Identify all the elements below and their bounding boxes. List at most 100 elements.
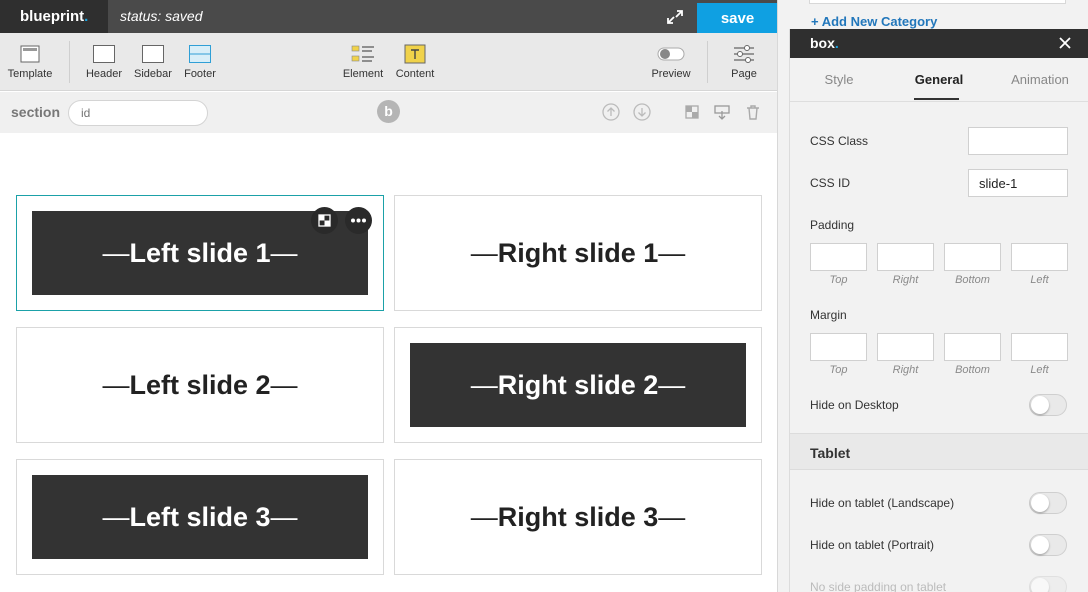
side-caption: Bottom bbox=[955, 274, 990, 286]
hide-tablet-landscape-toggle[interactable] bbox=[1029, 492, 1067, 514]
dark-block: — Right slide 2— bbox=[410, 343, 746, 427]
no-side-padding-toggle[interactable] bbox=[1029, 576, 1067, 592]
side-caption: Left bbox=[1030, 274, 1049, 286]
toolbar-divider bbox=[707, 41, 708, 83]
side-caption: Top bbox=[829, 274, 848, 286]
no-side-padding-label: No side padding on tablet bbox=[810, 580, 947, 592]
padding-left-input[interactable] bbox=[1011, 243, 1068, 271]
template-button[interactable]: Template bbox=[6, 33, 54, 91]
tab-animation[interactable]: Animation bbox=[1002, 72, 1078, 87]
add-category-link[interactable]: + Add New Category bbox=[811, 14, 937, 29]
toolbar-divider bbox=[69, 41, 70, 83]
tablet-heading: Tablet bbox=[810, 445, 851, 461]
delete-section-icon[interactable] bbox=[744, 103, 762, 121]
side-caption: Bottom bbox=[955, 364, 990, 376]
save-section-icon[interactable] bbox=[713, 103, 731, 121]
margin-label: Margin bbox=[810, 308, 847, 322]
padding-right-input[interactable] bbox=[877, 243, 934, 271]
style-element-icon[interactable] bbox=[311, 207, 338, 234]
hide-tablet-landscape-label: Hide on tablet (Landscape) bbox=[810, 496, 955, 510]
move-down-icon[interactable] bbox=[633, 103, 651, 121]
element-button[interactable]: Element bbox=[340, 33, 386, 91]
hide-desktop-label: Hide on Desktop bbox=[810, 398, 899, 412]
footer-button[interactable]: Footer bbox=[180, 33, 220, 91]
dark-block: — Left slide 3— bbox=[32, 475, 368, 559]
slide-heading: — Right slide 3— bbox=[470, 501, 686, 532]
panel-title: box. bbox=[810, 35, 839, 51]
slide-box[interactable]: — Left slide 2— bbox=[16, 327, 384, 443]
tab-style[interactable]: Style bbox=[810, 72, 868, 87]
background-field bbox=[809, 0, 1066, 4]
side-caption: Right bbox=[892, 364, 919, 376]
style-section-icon[interactable] bbox=[683, 103, 701, 121]
logo-dot: . bbox=[84, 8, 89, 25]
save-status: status: saved bbox=[120, 8, 203, 24]
slide-heading: — Right slide 1— bbox=[470, 237, 686, 268]
toolbar-label: Page bbox=[731, 68, 757, 80]
slide-box[interactable]: — Right slide 1— bbox=[394, 195, 762, 311]
panel-header: box. bbox=[790, 29, 1088, 58]
padding-bottom-input[interactable] bbox=[944, 243, 1001, 271]
panel-tabs: Style General Animation bbox=[790, 58, 1088, 102]
side-caption: Right bbox=[892, 274, 919, 286]
more-options-icon[interactable] bbox=[345, 207, 372, 234]
tab-general[interactable]: General bbox=[900, 72, 978, 87]
slide-heading: — Right slide 2— bbox=[470, 369, 686, 400]
content-icon bbox=[404, 44, 426, 64]
css-id-input[interactable] bbox=[968, 169, 1068, 197]
slide-heading: — Left slide 3— bbox=[102, 501, 298, 532]
preview-toggle-icon bbox=[657, 47, 685, 61]
toolbar-label: Footer bbox=[184, 68, 216, 80]
preview-button[interactable]: Preview bbox=[650, 33, 692, 91]
app-window: blueprint. status: saved save Template H… bbox=[0, 0, 1088, 592]
hide-tablet-portrait-label: Hide on tablet (Portrait) bbox=[810, 538, 935, 552]
margin-right-input[interactable] bbox=[877, 333, 934, 361]
save-button[interactable]: save bbox=[697, 3, 777, 33]
footer-icon bbox=[189, 45, 211, 63]
content-button[interactable]: Content bbox=[394, 33, 436, 91]
fullscreen-icon[interactable] bbox=[664, 7, 686, 27]
blueprint-badge-icon[interactable]: b bbox=[377, 100, 400, 123]
side-caption: Left bbox=[1030, 364, 1049, 376]
toolbar-label: Template bbox=[7, 68, 53, 80]
css-class-label: CSS Class bbox=[810, 134, 869, 148]
css-id-label: CSS ID bbox=[810, 176, 851, 190]
margin-left-input[interactable] bbox=[1011, 333, 1068, 361]
slide-box[interactable]: — Right slide 2— bbox=[394, 327, 762, 443]
margin-top-input[interactable] bbox=[810, 333, 867, 361]
box-settings-panel: box. Style General Animation CSS Class C… bbox=[789, 29, 1088, 592]
padding-top-input[interactable] bbox=[810, 243, 867, 271]
top-bar: blueprint. status: saved save bbox=[0, 0, 777, 33]
page-button[interactable]: Page bbox=[724, 33, 764, 91]
slide-box[interactable]: — Right slide 3— bbox=[394, 459, 762, 575]
padding-label: Padding bbox=[810, 218, 855, 232]
page-settings-icon bbox=[734, 45, 754, 63]
logo-text: blueprint bbox=[20, 8, 85, 25]
toggle-knob bbox=[1031, 396, 1049, 414]
sidebar-button[interactable]: Sidebar bbox=[132, 33, 174, 91]
toolbar: Template Header Sidebar Footer Element C… bbox=[0, 33, 777, 91]
slide-box[interactable]: — Left slide 3— bbox=[16, 459, 384, 575]
css-class-input[interactable] bbox=[968, 127, 1068, 155]
toolbar-label: Header bbox=[85, 68, 123, 80]
section-id-input[interactable] bbox=[68, 100, 208, 126]
hide-desktop-toggle[interactable] bbox=[1029, 394, 1067, 416]
sidebar-icon bbox=[142, 45, 164, 63]
slide-heading: — Left slide 2— bbox=[102, 369, 298, 400]
logo: blueprint. bbox=[0, 0, 108, 33]
template-icon bbox=[20, 45, 40, 63]
margin-bottom-input[interactable] bbox=[944, 333, 1001, 361]
close-icon[interactable] bbox=[1058, 36, 1072, 50]
section-canvas: — Left slide 1— — Right slide 1— — Left sli… bbox=[0, 133, 777, 592]
editor-area: blueprint. status: saved save Template H… bbox=[0, 0, 778, 592]
side-caption: Top bbox=[829, 364, 848, 376]
move-up-icon[interactable] bbox=[602, 103, 620, 121]
toolbar-label: Element bbox=[342, 68, 384, 80]
tablet-group-header[interactable]: Tablet bbox=[790, 433, 1088, 470]
toggle-knob bbox=[1031, 494, 1049, 512]
toggle-knob bbox=[1031, 536, 1049, 554]
hide-tablet-portrait-toggle[interactable] bbox=[1029, 534, 1067, 556]
header-button[interactable]: Header bbox=[82, 33, 126, 91]
toggle-knob bbox=[1031, 578, 1049, 592]
toolbar-label: Content bbox=[395, 68, 435, 80]
